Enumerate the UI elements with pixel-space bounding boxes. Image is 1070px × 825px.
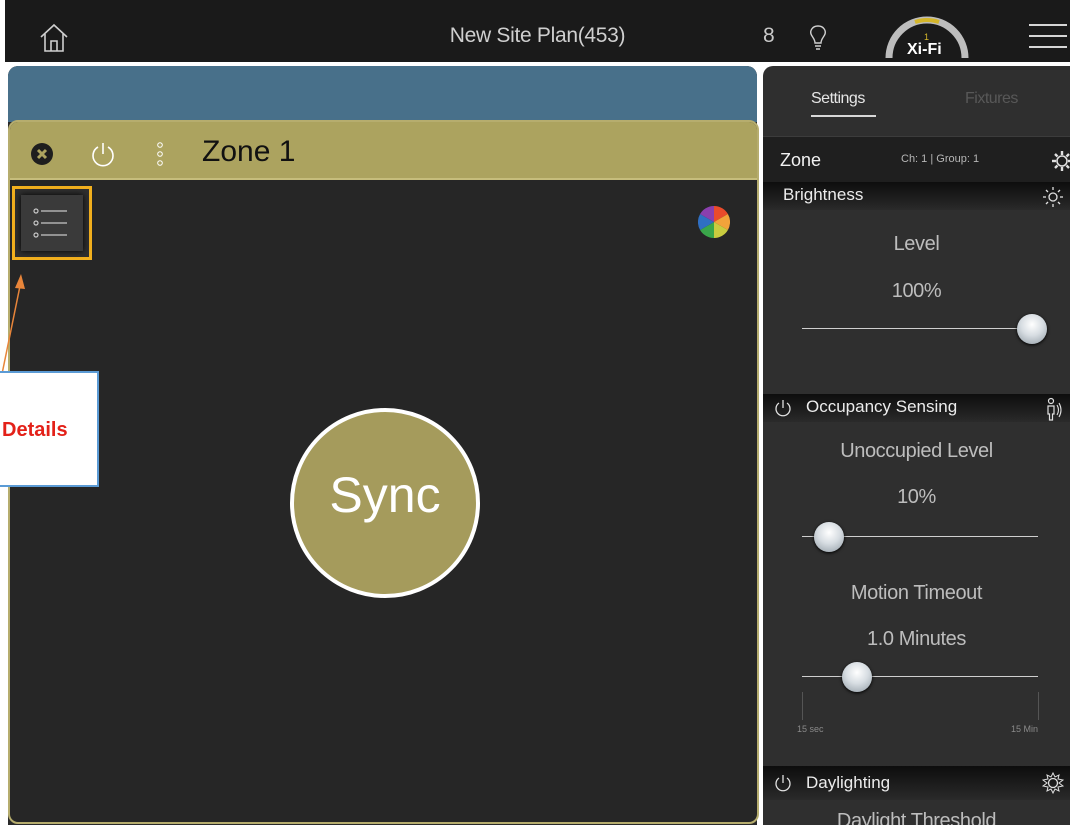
- xi-fi-logo[interactable]: Xi-Fi 1: [877, 8, 977, 62]
- occupancy-power-icon[interactable]: [773, 398, 793, 418]
- settings-panel: Settings Fixtures Zone Ch: 1 | Group: 1 …: [763, 66, 1070, 825]
- more-options-icon[interactable]: [156, 141, 164, 167]
- active-tab-indicator: [811, 115, 876, 117]
- daylight-threshold-label: Daylight Threshold: [836, 810, 997, 825]
- details-callout: Details: [0, 371, 99, 487]
- occupancy-section-header: Occupancy Sensing: [763, 394, 1070, 422]
- list-icon: [33, 208, 67, 238]
- level-value: 100%: [891, 280, 942, 302]
- brightness-slider-knob[interactable]: [1017, 314, 1047, 344]
- daylighting-section-header: Daylighting: [763, 766, 1070, 800]
- notification-count[interactable]: 8: [763, 24, 775, 48]
- zone-row-label: Zone: [780, 150, 822, 170]
- zone-title: Zone 1: [202, 135, 296, 168]
- motion-timeout-slider-knob[interactable]: [842, 662, 872, 692]
- callout-arrow: [1, 274, 25, 375]
- occupancy-title: Occupancy Sensing: [806, 397, 958, 416]
- zone-header: Zone 1: [10, 122, 757, 180]
- unoccupied-level-value: 10%: [897, 486, 936, 508]
- close-icon[interactable]: [31, 143, 53, 165]
- lightbulb-icon[interactable]: [808, 24, 828, 52]
- tab-settings[interactable]: Settings: [811, 90, 865, 108]
- power-icon[interactable]: [90, 140, 116, 168]
- gear-icon[interactable]: [1051, 150, 1070, 172]
- settings-tabs: Settings Fixtures: [763, 66, 1070, 136]
- brightness-section-header: Brightness: [763, 182, 1070, 210]
- unoccupied-level-label: Unoccupied Level: [840, 440, 993, 462]
- zone-channel-group: Ch: 1 | Group: 1: [901, 153, 980, 165]
- top-bar: New Site Plan(453) 8 Xi-Fi 1: [5, 0, 1070, 62]
- timeout-min-tick: [802, 692, 803, 720]
- tab-fixtures[interactable]: Fixtures: [965, 90, 1018, 108]
- color-wheel-icon[interactable]: [698, 206, 730, 238]
- zone-row: Zone Ch: 1 | Group: 1: [763, 136, 1070, 182]
- timeout-max-label: 15 Min: [1011, 724, 1039, 734]
- hamburger-menu-icon[interactable]: [1029, 24, 1067, 50]
- motion-timeout-value: 1.0 Minutes: [867, 628, 966, 650]
- motion-timeout-label: Motion Timeout: [850, 582, 983, 604]
- sync-label: Sync: [329, 467, 441, 523]
- timeout-min-label: 15 sec: [797, 724, 824, 734]
- occupancy-section: Unoccupied Level 10% Motion Timeout 1.0 …: [763, 422, 1070, 766]
- level-label: Level: [893, 233, 940, 255]
- daylight-sun-icon: [1042, 771, 1064, 795]
- person-sensor-icon: [1047, 397, 1062, 421]
- unoccupied-level-slider-knob[interactable]: [814, 522, 844, 552]
- brightness-title: Brightness: [783, 185, 864, 204]
- daylighting-title: Daylighting: [806, 773, 891, 792]
- svg-text:Xi-Fi: Xi-Fi: [907, 41, 942, 58]
- timeout-max-tick: [1038, 692, 1039, 720]
- motion-timeout-slider[interactable]: [802, 676, 1038, 677]
- svg-text:1: 1: [924, 32, 929, 42]
- site-plan-header-strip: [8, 66, 757, 122]
- sync-button[interactable]: Sync: [290, 408, 480, 598]
- callout-label: Details: [2, 419, 68, 441]
- brightness-section: Level 100%: [763, 210, 1070, 394]
- daylighting-power-icon[interactable]: [773, 773, 793, 793]
- details-button[interactable]: [12, 186, 92, 260]
- sun-icon: [1043, 187, 1063, 207]
- zone-card: Zone 1 Sync: [8, 120, 759, 824]
- brightness-slider[interactable]: [802, 328, 1042, 329]
